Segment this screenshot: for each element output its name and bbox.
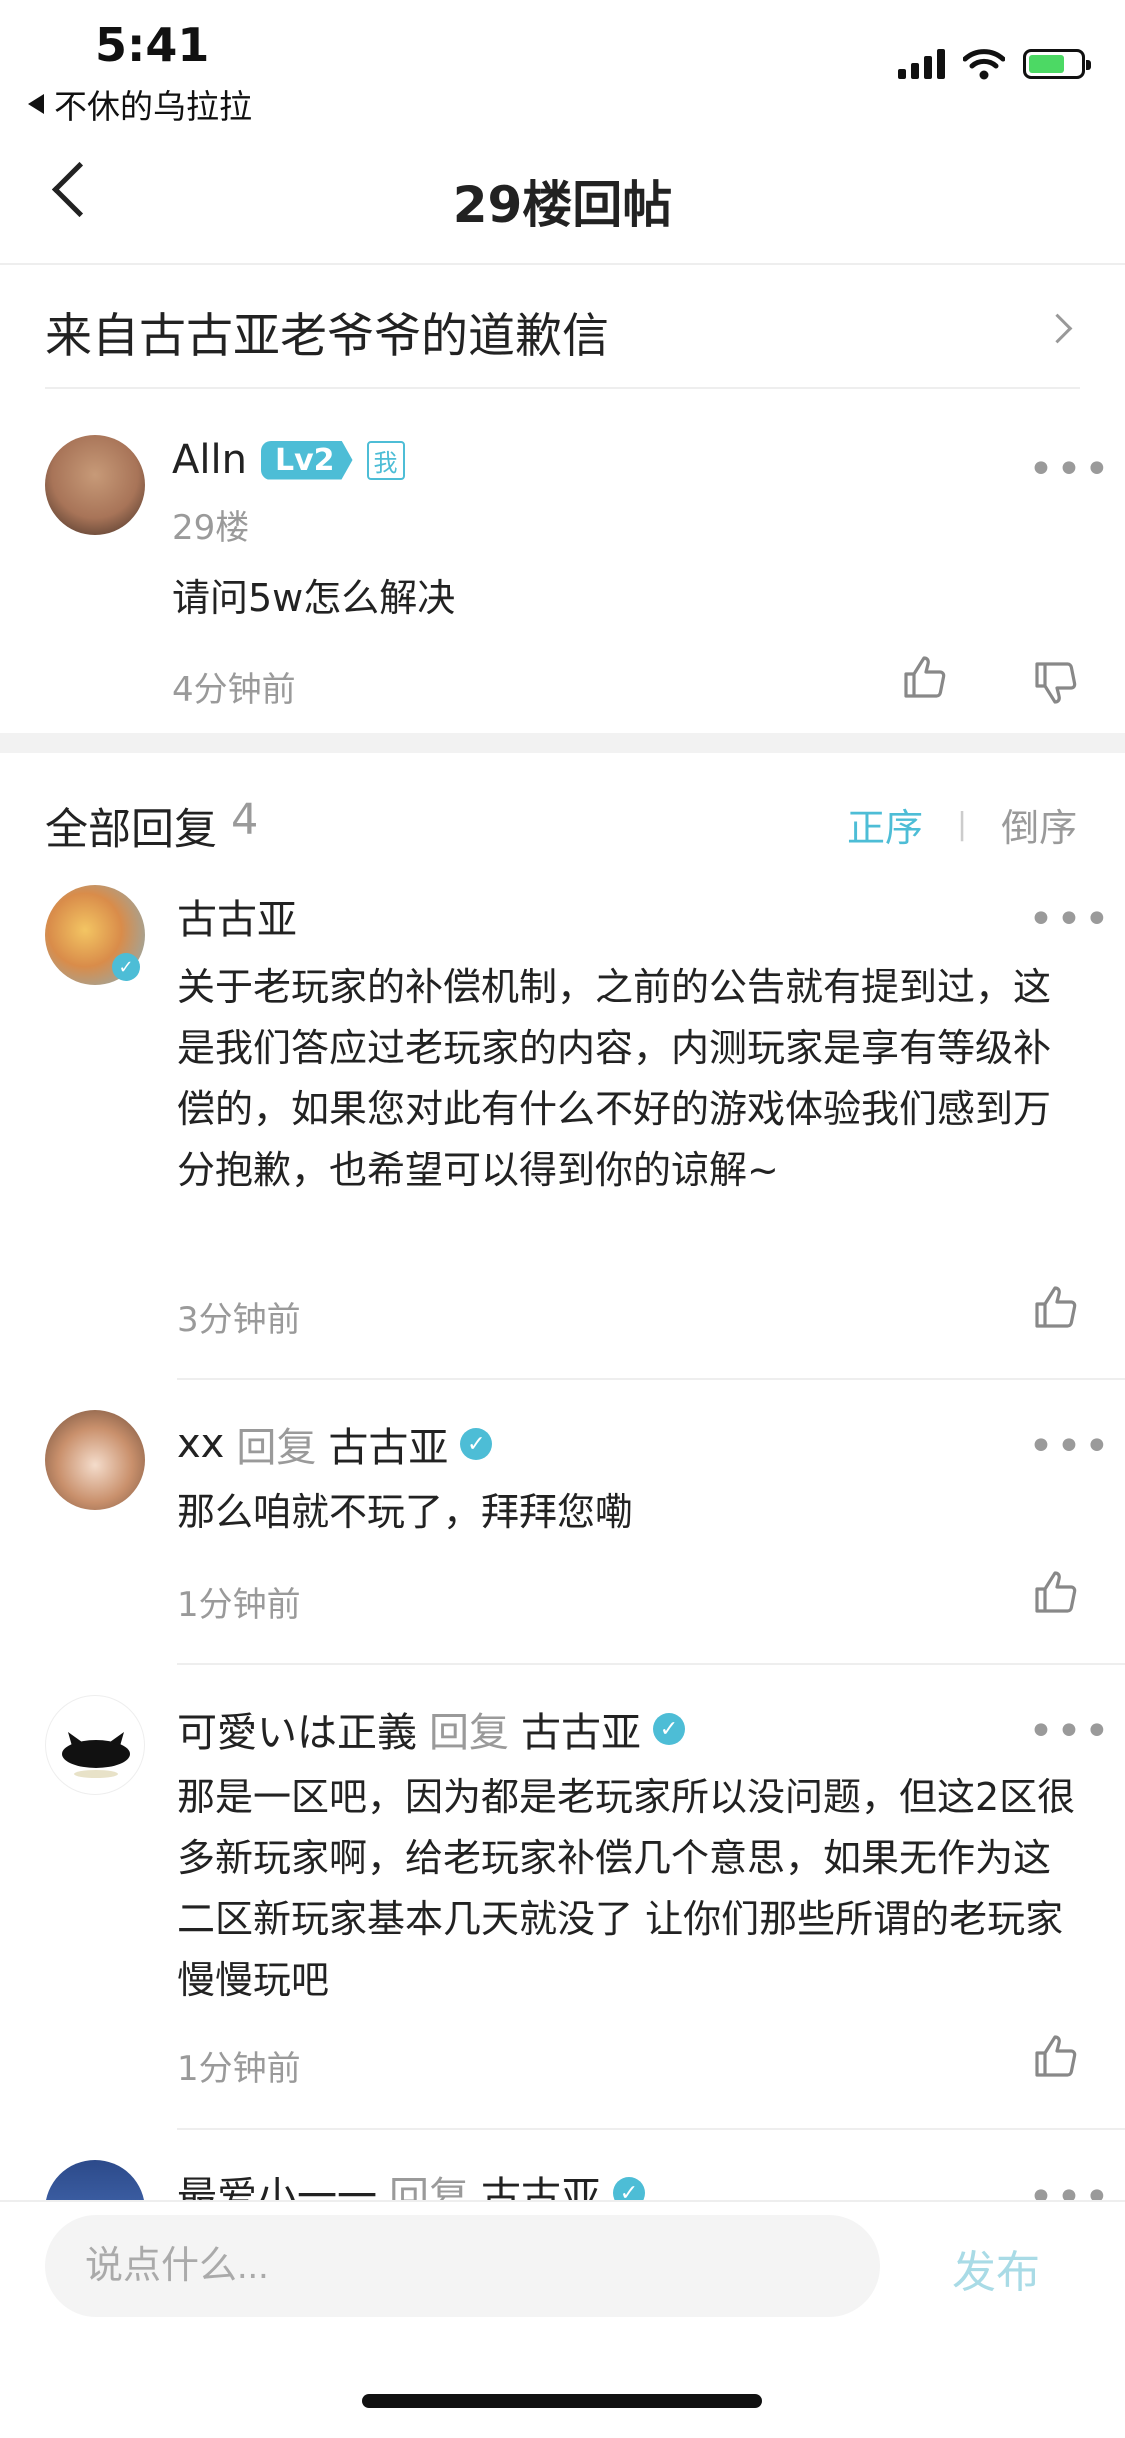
battery-icon — [1023, 49, 1091, 79]
reply-to-username[interactable]: 古古亚 — [328, 1415, 448, 1473]
reply-time: 3分钟前 — [177, 1300, 301, 1340]
reply-username[interactable]: 可愛いは正義 — [177, 1700, 417, 1758]
replies-title: 全部回复 — [45, 805, 217, 855]
avatar[interactable] — [45, 1410, 145, 1510]
avatar[interactable] — [45, 1695, 145, 1795]
me-tag: 我 — [366, 440, 405, 480]
status-time: 5:41 — [95, 18, 210, 72]
reply-content: 那是一区吧，因为都是老玩家所以没问题，但这2区很多新玩家啊，给老玩家补偿几个意思… — [177, 1775, 1076, 2002]
wifi-icon — [963, 49, 1005, 80]
replies-count: 4 — [231, 795, 259, 845]
back-triangle-icon — [28, 94, 44, 114]
post-content: 请问5w怎么解决 — [172, 576, 456, 620]
thumbs-down-icon[interactable] — [1033, 658, 1081, 706]
more-icon[interactable]: ••• — [1028, 898, 1112, 942]
thumbs-up-icon[interactable] — [1033, 1569, 1081, 1617]
thumbs-up-icon[interactable] — [1033, 1284, 1081, 1332]
back-to-app-link[interactable]: 不休的乌拉拉 — [28, 80, 252, 128]
reply-to-username[interactable]: 古古亚 — [521, 1700, 641, 1758]
reply-time: 1分钟前 — [177, 2049, 301, 2089]
post-title-link[interactable]: 来自古古亚老爷爷的道歉信 — [45, 297, 609, 366]
status-icons — [898, 48, 1091, 80]
comment-input[interactable] — [45, 2215, 880, 2317]
page-title: 29楼回帖 — [452, 176, 673, 234]
thumbs-up-icon[interactable] — [902, 654, 950, 702]
signal-icon — [898, 49, 945, 79]
thumbs-up-icon[interactable] — [1033, 2033, 1081, 2081]
sort-descending-tab[interactable]: 倒序 — [1001, 797, 1077, 852]
more-icon[interactable]: ••• — [1028, 1710, 1112, 1754]
level-badge: Lv2 — [260, 440, 353, 480]
sort-separator: | — [957, 807, 968, 842]
reply-content: 关于老玩家的补偿机制，之前的公告就有提到过，这是我们答应过老玩家的内容，内测玩家… — [177, 965, 1052, 1192]
reply-username[interactable]: xx — [177, 1421, 224, 1467]
verified-icon: ✓ — [653, 1713, 685, 1745]
reply-time: 1分钟前 — [177, 1585, 301, 1625]
post-link-divider — [45, 387, 1080, 389]
reply-username[interactable]: 古古亚 — [177, 887, 297, 945]
reply-word: 回复 — [429, 1710, 509, 1756]
username[interactable]: Alln — [172, 437, 247, 483]
avatar[interactable] — [45, 435, 145, 535]
reply-divider — [177, 1663, 1125, 1665]
reply-divider — [177, 2128, 1125, 2130]
more-icon[interactable]: ••• — [1028, 1425, 1112, 1469]
section-separator — [0, 733, 1125, 753]
black-cat-icon — [62, 1732, 130, 1778]
verified-icon: ✓ — [460, 1428, 493, 1460]
home-indicator — [362, 2394, 762, 2408]
reply-word: 回复 — [236, 1425, 317, 1471]
publish-button[interactable]: 发布 — [952, 2236, 1040, 2300]
back-app-label: 不休的乌拉拉 — [54, 87, 252, 126]
more-icon[interactable]: ••• — [1028, 448, 1112, 492]
verified-icon: ✓ — [112, 953, 140, 981]
post-time: 4分钟前 — [172, 670, 296, 710]
reply-content: 那么咱就不玩了，拜拜您嘞 — [177, 1490, 634, 1534]
floor-number: 29楼 — [172, 508, 250, 548]
sort-ascending-tab[interactable]: 正序 — [847, 797, 923, 852]
reply-divider — [177, 1378, 1125, 1380]
